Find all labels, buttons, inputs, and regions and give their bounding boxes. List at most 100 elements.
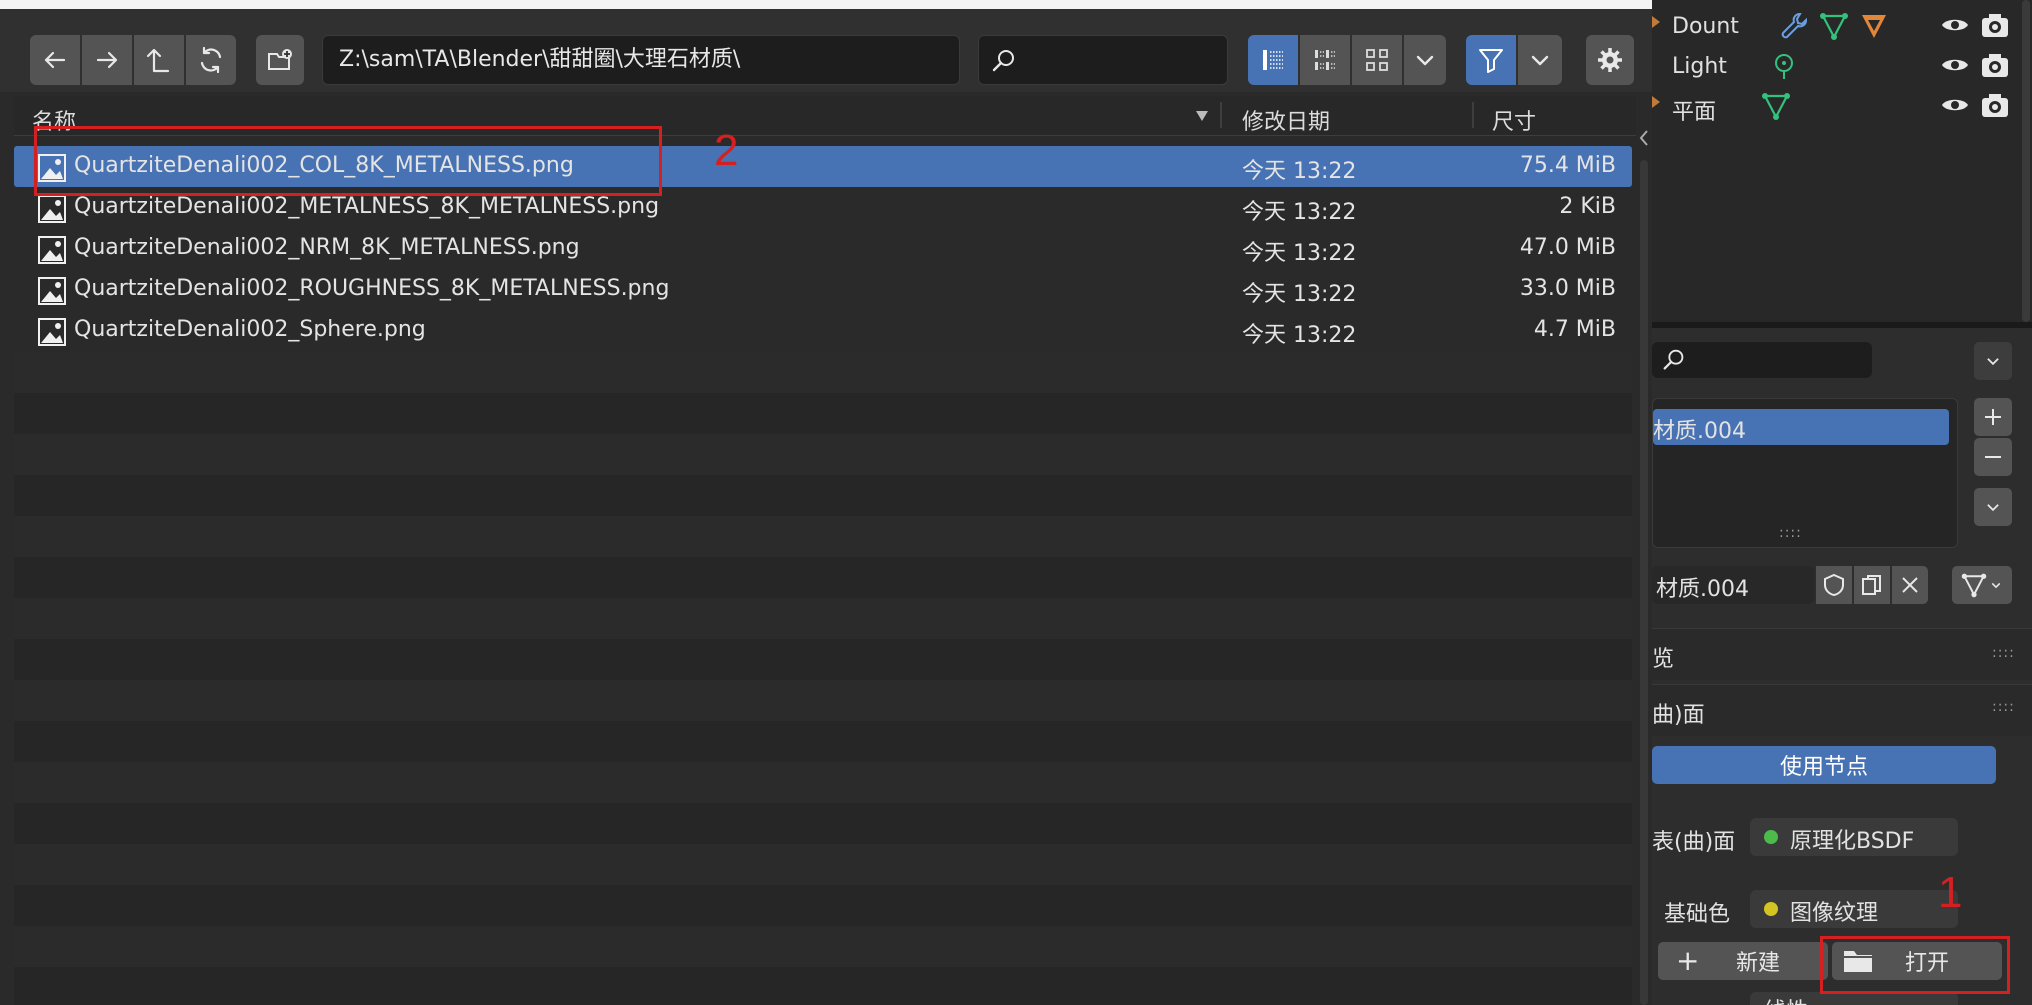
link-type-dropdown[interactable] — [1952, 566, 2012, 604]
camera-render-icon[interactable] — [1980, 92, 2010, 120]
forward-button[interactable] — [82, 35, 132, 85]
eye-icon[interactable] — [1940, 54, 1970, 76]
settings-button[interactable] — [1586, 35, 1634, 85]
file-date: 今天 13:22 — [1242, 323, 1357, 348]
new-label: 新建 — [1735, 951, 1780, 976]
outliner-scrollbar[interactable] — [2022, 0, 2030, 322]
fake-user-button[interactable] — [1816, 566, 1852, 604]
window-top-strip — [0, 0, 1652, 9]
list-resize-handle[interactable]: :::: — [1779, 525, 1802, 541]
filter-options-dropdown[interactable] — [1518, 35, 1562, 85]
file-browser-toolbar: Z:\sam\TA\Blender\甜甜圈\大理石材质\ — [0, 9, 1652, 92]
shader-socket-dot — [1764, 830, 1778, 844]
file-name: QuartziteDenali002_ROUGHNESS_8K_METALNES… — [74, 276, 670, 301]
view-thumbnails-button[interactable] — [1352, 35, 1402, 85]
file-row[interactable]: QuartziteDenali002_Sphere.png 今天 13:22 4… — [14, 310, 1632, 351]
shield-icon — [1824, 573, 1844, 597]
material-icon[interactable] — [1858, 10, 1890, 42]
search-input[interactable] — [978, 35, 1228, 85]
file-size: 4.7 MiB — [1533, 317, 1616, 342]
sort-descending-icon[interactable] — [1194, 108, 1210, 124]
base-color-input-selector[interactable]: 图像纹理 — [1750, 890, 1958, 928]
surface-shader-value: 原理化BSDF — [1790, 829, 1915, 854]
remove-slot-button[interactable] — [1974, 438, 2012, 476]
file-name: QuartziteDenali002_METALNESS_8K_METALNES… — [74, 194, 660, 219]
column-separator[interactable] — [1472, 102, 1474, 128]
view-options-dropdown[interactable] — [1404, 35, 1446, 85]
minus-icon — [1985, 456, 2001, 458]
column-separator[interactable] — [1220, 102, 1222, 128]
filter-toggle-button[interactable] — [1466, 35, 1516, 85]
use-nodes-button[interactable]: 使用节点 — [1652, 746, 1996, 784]
file-row[interactable]: QuartziteDenali002_ROUGHNESS_8K_METALNES… — [14, 269, 1632, 310]
slot-filter-options-button[interactable] — [1974, 342, 2012, 380]
file-row[interactable]: QuartziteDenali002_NRM_8K_METALNESS.png … — [14, 228, 1632, 269]
use-nodes-label: 使用节点 — [1779, 755, 1868, 780]
path-input[interactable]: Z:\sam\TA\Blender\甜甜圈\大理石材质\ — [322, 35, 960, 85]
eye-icon[interactable] — [1940, 14, 1970, 36]
mesh-data-icon — [1961, 573, 1987, 598]
unlink-material-button[interactable] — [1892, 566, 1928, 604]
file-browser: Z:\sam\TA\Blender\甜甜圈\大理石材质\ 名称 修改日期 尺寸 … — [0, 0, 1652, 1005]
preview-panel-header[interactable]: 览 :::: — [1652, 628, 2032, 680]
material-name: 材质.004 — [1656, 577, 1749, 602]
surface-panel-header[interactable]: 曲)面 :::: — [1652, 684, 2032, 736]
camera-render-icon[interactable] — [1980, 52, 2010, 80]
color-socket-dot — [1764, 902, 1778, 916]
surface-shader-selector[interactable]: 原理化BSDF — [1750, 818, 1958, 856]
outliner-item[interactable]: 平面 — [1652, 86, 2032, 126]
panel-drag-handle[interactable]: :::: — [1992, 699, 2015, 715]
material-slot-list: 材质.004 :::: — [1652, 398, 1958, 548]
annotation-box — [34, 126, 662, 196]
wrench-icon[interactable] — [1778, 10, 1810, 42]
new-image-button[interactable]: + 新建 — [1658, 942, 1828, 980]
view-vertical-list-button[interactable] — [1248, 35, 1298, 85]
gear-icon — [1598, 48, 1622, 72]
material-slot-item[interactable]: 材质.004 — [1653, 409, 1949, 445]
file-date: 今天 13:22 — [1242, 200, 1357, 225]
add-slot-button[interactable] — [1974, 398, 2012, 436]
scrollbar[interactable] — [1640, 160, 1648, 1005]
duplicate-material-button[interactable] — [1854, 566, 1890, 604]
arrow-left-icon — [44, 51, 66, 69]
material-slot-label: 材质.004 — [1653, 419, 1746, 444]
view-horizontal-list-button[interactable] — [1300, 35, 1350, 85]
interpolation-value: 线性 — [1764, 993, 1808, 1005]
file-size: 47.0 MiB — [1519, 235, 1616, 260]
outliner-item-label: Dount — [1672, 14, 1739, 39]
new-folder-icon — [268, 49, 292, 70]
chevron-down-icon — [1531, 55, 1549, 66]
panel-drag-handle[interactable]: :::: — [1992, 645, 2015, 661]
refresh-button[interactable] — [186, 35, 236, 85]
annotation-box — [1820, 936, 2010, 994]
mesh-data-icon[interactable] — [1818, 10, 1850, 42]
arrow-right-icon — [96, 51, 118, 69]
horizontal-list-icon — [1315, 50, 1335, 70]
parent-directory-button[interactable] — [134, 35, 184, 85]
column-size-header[interactable]: 尺寸 — [1492, 104, 1536, 136]
new-folder-button[interactable] — [256, 35, 304, 85]
back-button[interactable] — [30, 35, 80, 85]
plus-icon — [1985, 409, 2001, 425]
eye-icon[interactable] — [1940, 94, 1970, 116]
thumbnails-icon — [1366, 49, 1388, 71]
outliner-item[interactable]: Dount — [1652, 6, 2032, 46]
file-size: 2 KiB — [1559, 194, 1616, 219]
refresh-icon — [200, 46, 222, 74]
outliner-item[interactable]: Light — [1652, 46, 2032, 86]
camera-render-icon[interactable] — [1980, 12, 2010, 40]
panel-title: 览 — [1652, 647, 1675, 672]
base-color-label: 基础色 — [1664, 902, 1731, 927]
mesh-data-icon[interactable] — [1760, 90, 1792, 122]
base-color-value: 图像纹理 — [1790, 901, 1879, 926]
column-date-header[interactable]: 修改日期 — [1242, 104, 1330, 136]
slot-specials-button[interactable] — [1974, 488, 2012, 526]
search-icon — [1663, 349, 1684, 370]
chevron-down-icon — [1987, 358, 1999, 366]
collapse-sidebar-icon[interactable] — [1636, 126, 1652, 150]
light-data-icon[interactable] — [1768, 50, 1800, 82]
material-name-field[interactable]: 材质.004 — [1652, 566, 1814, 604]
panel-title: 曲)面 — [1652, 703, 1705, 728]
material-slot-filter-input[interactable] — [1652, 342, 1872, 378]
material-properties: 材质.004 :::: 材质.004 览:::: 曲)面:::: 使用节点 … — [1652, 328, 2032, 1005]
